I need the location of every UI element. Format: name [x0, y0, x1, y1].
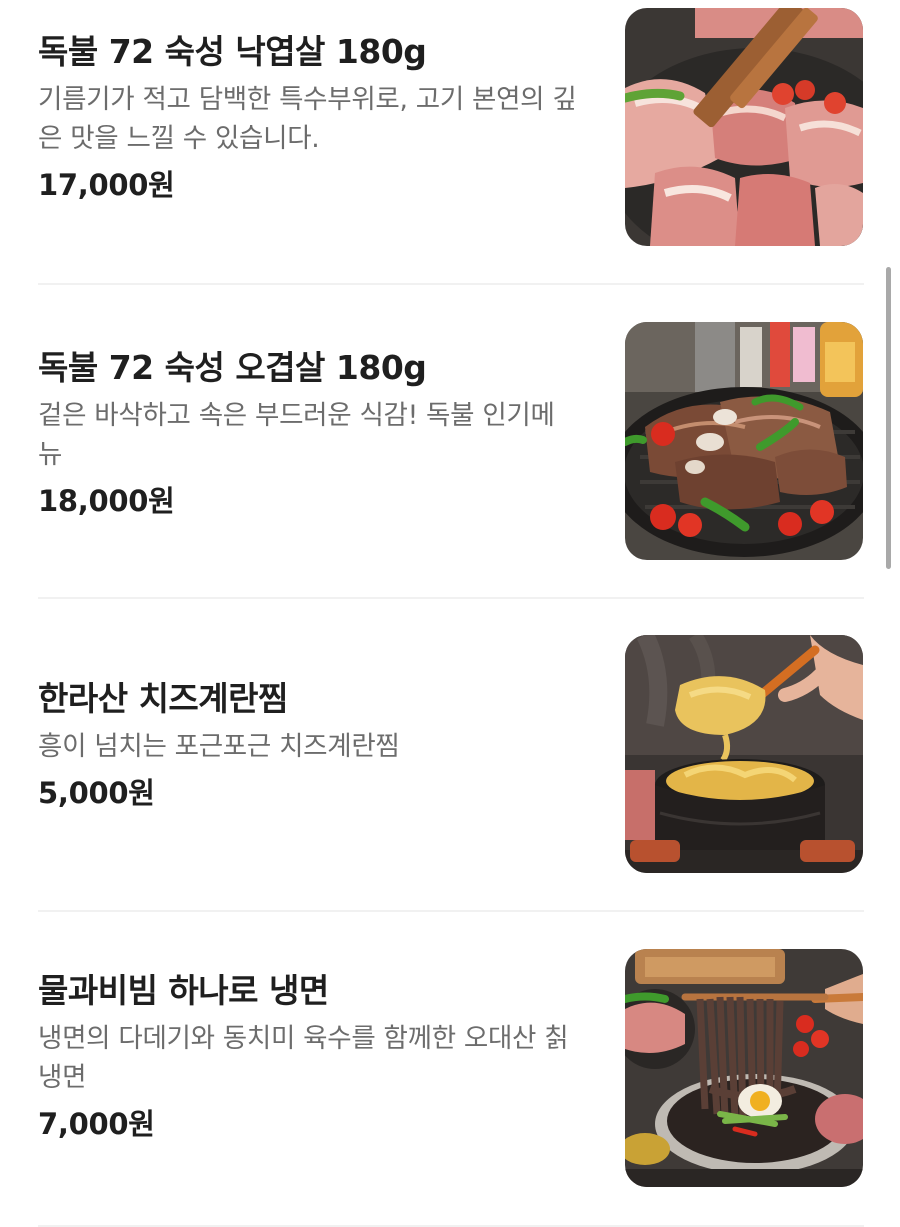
steamed-egg-photo[interactable]	[625, 635, 863, 873]
menu-item-name: 한라산 치즈계란찜	[38, 679, 288, 718]
menu-item-name: 독불 72 숙성 오겹살 180g	[38, 348, 427, 387]
scrollbar[interactable]	[886, 267, 891, 569]
menu-item-description: 기름기가 적고 담백한 특수부위로, 고기 본연의 깊은 맛을 느낄 수 있습니…	[38, 84, 577, 154]
menu-item[interactable]: 독불 72 숙성 오겹살 180g 겉은 바삭하고 속은 부드러운 식감! 독불…	[38, 322, 864, 560]
menu-item-price: 18,000원	[38, 484, 175, 518]
menu-item-price: 7,000원	[38, 1107, 155, 1141]
menu-item[interactable]: 한라산 치즈계란찜 흥이 넘치는 포근포근 치즈계란찜 5,000원	[38, 635, 864, 873]
menu-item-info: 물과비빔 하나로 냉면 냉면의 다데기와 동치미 육수를 함께한 오대산 칡냉면…	[38, 969, 598, 1144]
menu-item-price: 17,000원	[38, 168, 175, 202]
divider	[38, 283, 864, 285]
menu-item-description: 겉은 바삭하고 속은 부드러운 식감! 독불 인기메뉴	[38, 400, 555, 470]
menu-item-price: 5,000원	[38, 776, 155, 810]
menu-item-name: 독불 72 숙성 낙엽살 180g	[38, 32, 427, 71]
divider	[38, 597, 864, 599]
divider	[38, 910, 864, 912]
menu-item-description: 냉면의 다데기와 동치미 육수를 함께한 오대산 칡냉면	[38, 1023, 569, 1093]
menu-item-info: 독불 72 숙성 오겹살 180g 겉은 바삭하고 속은 부드러운 식감! 독불…	[38, 346, 598, 521]
cold-noodles-photo[interactable]	[625, 949, 863, 1187]
menu-item[interactable]: 물과비빔 하나로 냉면 냉면의 다데기와 동치미 육수를 함께한 오대산 칡냉면…	[38, 949, 864, 1187]
grilled-pork-photo[interactable]	[625, 8, 863, 246]
menu-item-info: 독불 72 숙성 낙엽살 180g 기름기가 적고 담백한 특수부위로, 고기 …	[38, 30, 598, 205]
menu-list: 독불 72 숙성 낙엽살 180g 기름기가 적고 담백한 특수부위로, 고기 …	[0, 0, 900, 1227]
menu-item[interactable]: 독불 72 숙성 낙엽살 180g 기름기가 적고 담백한 특수부위로, 고기 …	[38, 8, 864, 246]
menu-item-description: 흥이 넘치는 포근포근 치즈계란찜	[38, 731, 400, 762]
menu-item-info: 한라산 치즈계란찜 흥이 넘치는 포근포근 치즈계란찜 5,000원	[38, 677, 598, 813]
pork-belly-grill-photo[interactable]	[625, 322, 863, 560]
menu-item-name: 물과비빔 하나로 냉면	[38, 971, 329, 1010]
